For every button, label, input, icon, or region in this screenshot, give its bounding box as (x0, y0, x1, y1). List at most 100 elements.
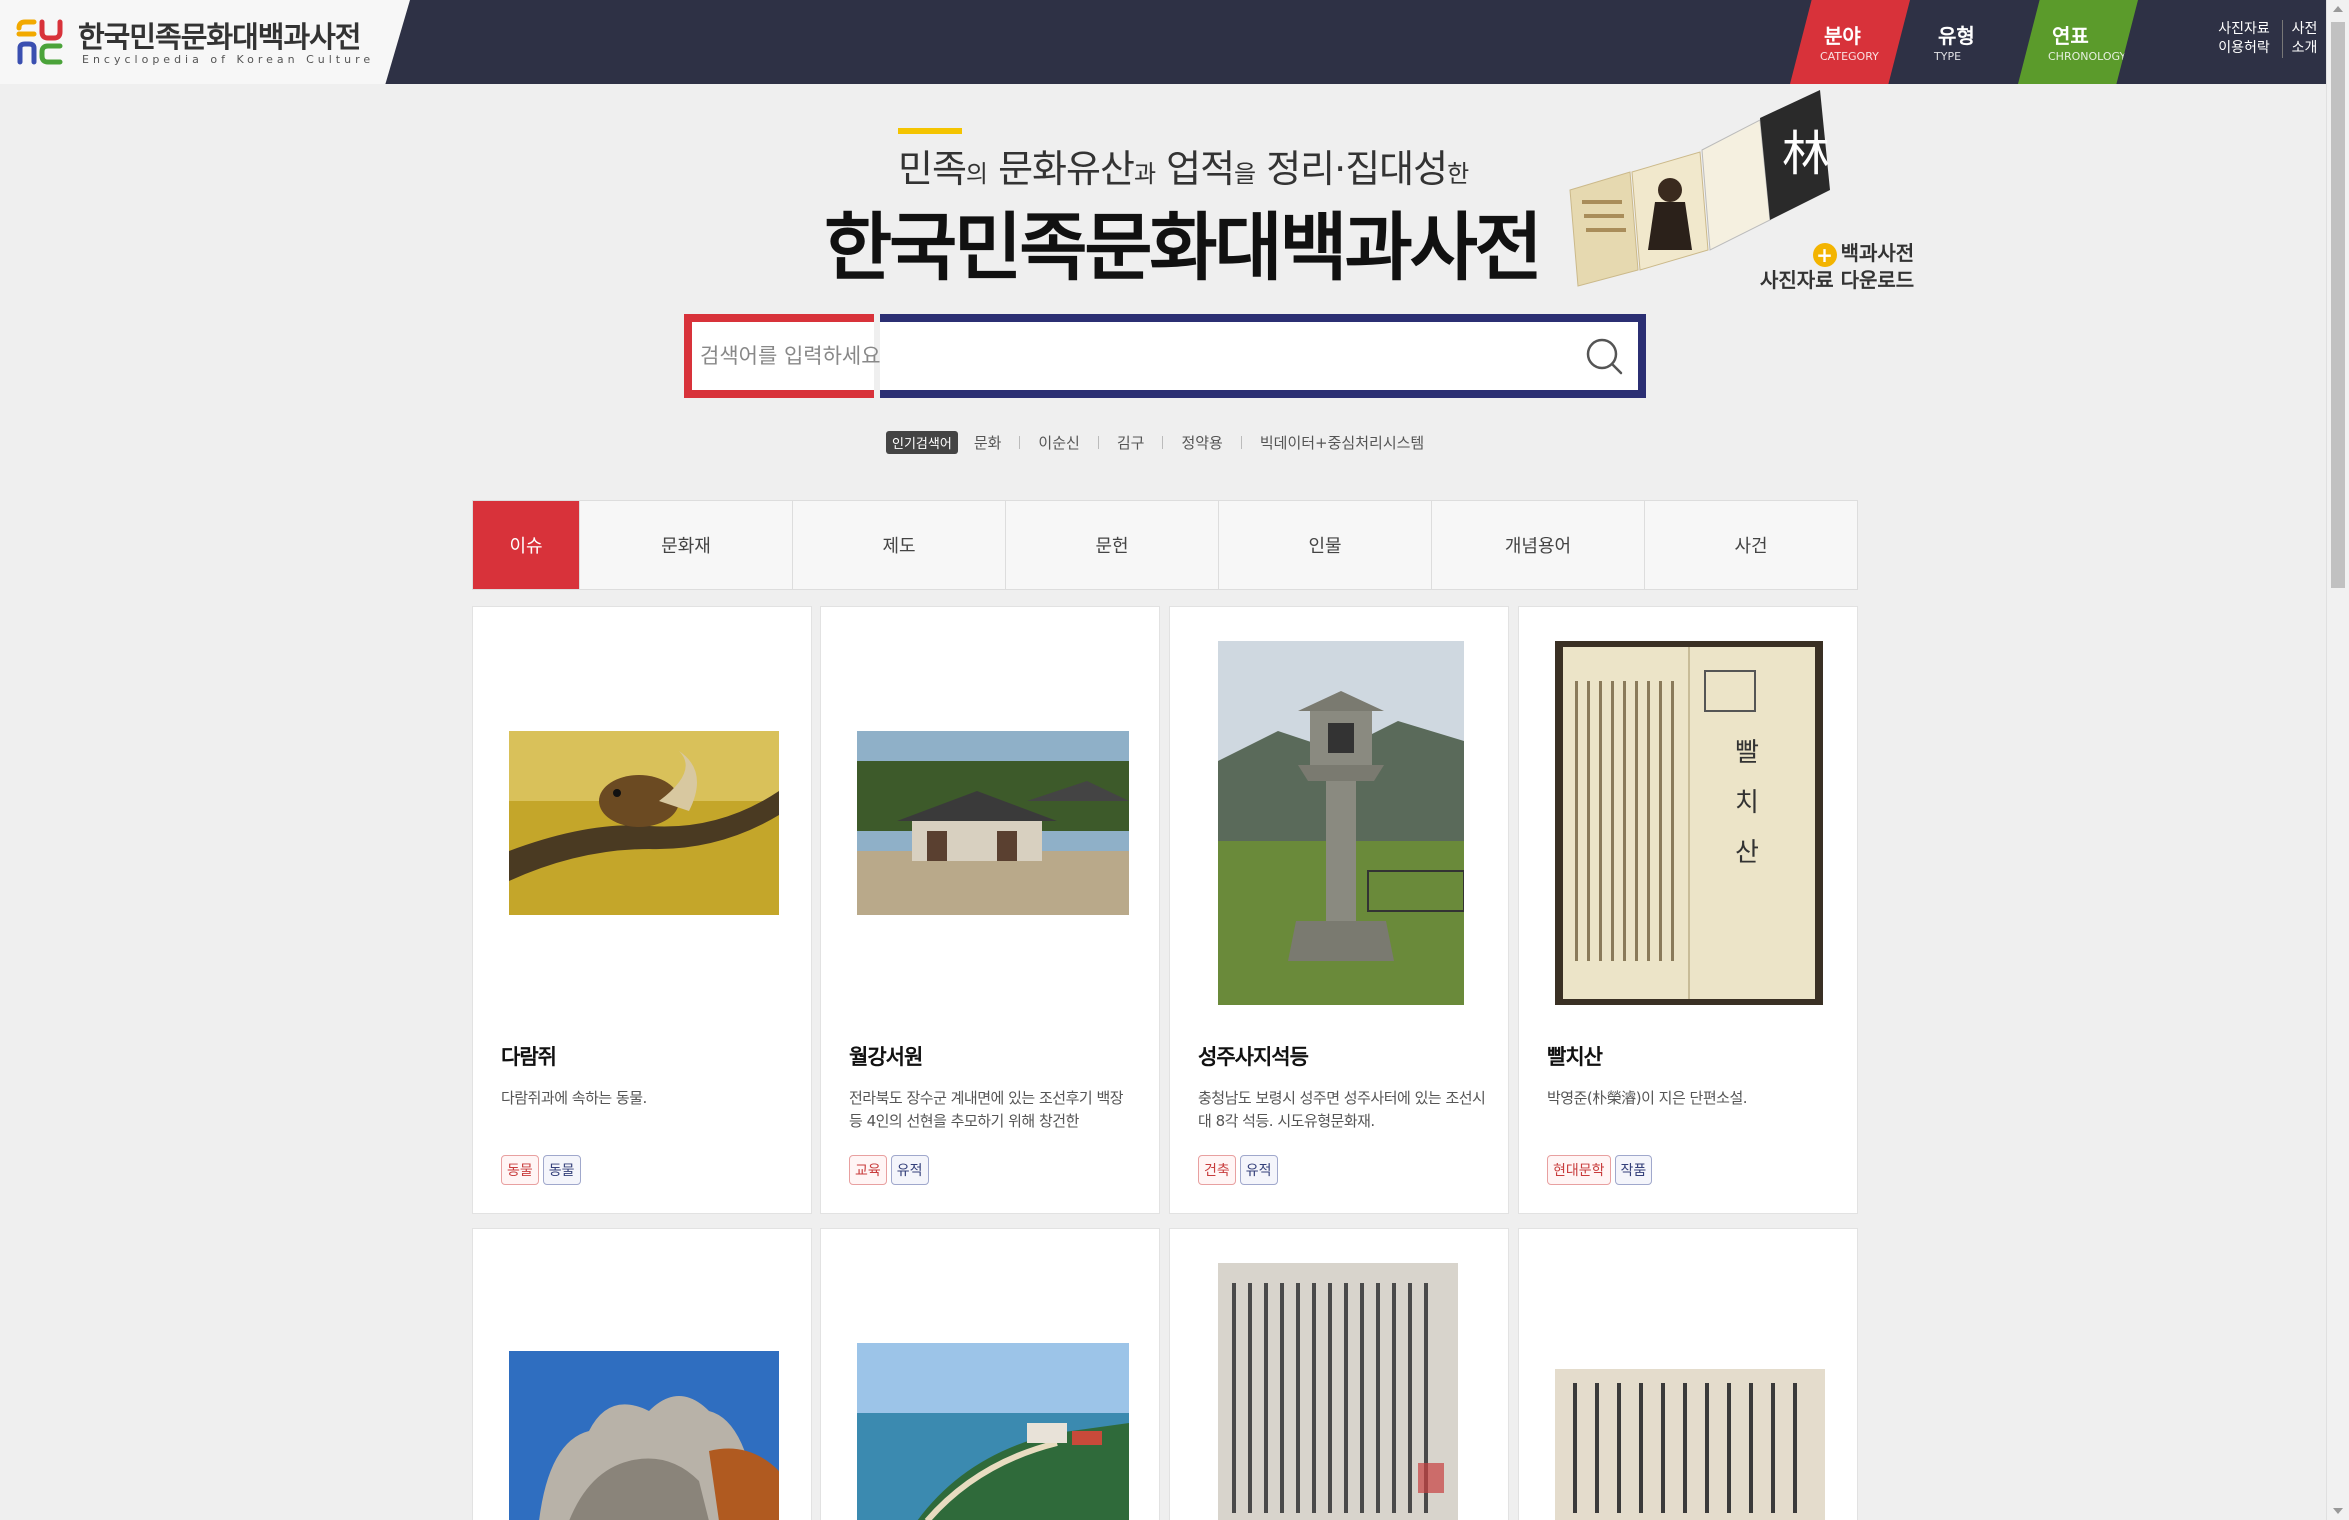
tag-category[interactable]: 건축 (1198, 1155, 1236, 1185)
hero-tagline: 민족의 문화유산과 업적을 정리·집대성한 (898, 138, 1469, 193)
vertical-scrollbar[interactable] (2326, 0, 2349, 1520)
card-description: 다람쥐과에 속하는 동물. (501, 1089, 647, 1107)
card-title: 월강서원 (849, 1045, 923, 1069)
tagline-particle: 한 (1447, 160, 1469, 188)
keyword-divider (1240, 435, 1242, 449)
scroll-down-icon[interactable] (2333, 1508, 2343, 1514)
tab-event[interactable]: 사건 (1644, 501, 1857, 589)
tagline-word: 업적 (1155, 147, 1235, 191)
tag-category[interactable]: 동물 (501, 1155, 539, 1185)
card-image (1218, 1263, 1458, 1520)
category-tabs: 이슈 문화재 제도 문헌 인물 개념용어 사건 (472, 500, 1858, 590)
tag-category[interactable]: 현대문학 (1547, 1155, 1611, 1185)
photo-license-line2: 이용허락 (2218, 40, 2270, 56)
card-title: 성주사지석등 (1198, 1045, 1309, 1069)
nav-chronology[interactable]: 연표 CHRONOLOGY (2018, 0, 2138, 84)
card-image (1555, 1369, 1825, 1520)
tab-person[interactable]: 인물 (1218, 501, 1431, 589)
popular-keyword[interactable]: 정약용 (1181, 432, 1222, 453)
popular-keywords-label: 인기검색어 (886, 430, 958, 454)
tagline-particle: 의 (965, 160, 988, 188)
tagline-word: 민족 (898, 147, 967, 191)
nav-category[interactable]: 분야 CATEGORY (1790, 0, 1910, 84)
keyword-divider (1162, 435, 1164, 449)
logo-title: 한국민족문화대백과사전 (78, 20, 361, 54)
nav-type[interactable]: 유형 TYPE (1904, 0, 2024, 84)
tag-category[interactable]: 교육 (849, 1155, 887, 1185)
tab-institution[interactable]: 제도 (792, 501, 1005, 589)
svg-text:林: 林 (1782, 126, 1830, 182)
tab-concept[interactable]: 개념용어 (1431, 501, 1644, 589)
nav-chronology-sub: CHRONOLOGY (2048, 50, 2127, 63)
card-tags: 현대문학 작품 (1547, 1155, 1653, 1185)
svg-text:빨: 빨 (1735, 738, 1759, 768)
card-image (509, 1351, 779, 1520)
card-tags: 교육 유적 (849, 1155, 929, 1185)
nav-chronology-label: 연표 (2052, 24, 2089, 48)
article-card[interactable] (472, 1228, 812, 1520)
search-input[interactable] (700, 330, 1560, 382)
card-image (857, 1343, 1129, 1520)
photo-download-promo[interactable]: + 백과사전 사진자료 다운로드 (1760, 240, 1914, 293)
card-description: 전라북도 장수군 계내면에 있는 조선후기 백장 등 4인의 선현을 추모하기 … (849, 1089, 1124, 1130)
article-card-squirrel[interactable]: 다람쥐 다람쥐과에 속하는 동물. 동물 동물 (472, 606, 812, 1214)
popular-keyword[interactable]: 김구 (1117, 432, 1145, 453)
keyword-divider (1019, 435, 1021, 449)
card-title: 다람쥐 (501, 1045, 557, 1069)
article-card[interactable] (820, 1228, 1160, 1520)
nav-category-label: 분야 (1824, 24, 1861, 48)
card-title: 빨치산 (1547, 1045, 1603, 1069)
card-description: 박영준(朴榮濬)이 지은 단편소설. (1547, 1089, 1748, 1107)
popular-keyword[interactable]: 문화 (974, 432, 1002, 453)
card-tags: 동물 동물 (501, 1155, 581, 1185)
article-card-partisan[interactable]: 빨 치 산 빨치산 박영준(朴榮濬)이 지은 단편소설. 현대문학 작품 (1518, 606, 1858, 1214)
nav-category-sub: CATEGORY (1820, 50, 1879, 63)
tagline-word: 정리·집대성 (1255, 147, 1448, 191)
card-image (509, 731, 779, 915)
nav-type-sub: TYPE (1934, 50, 1962, 63)
popular-keywords: 인기검색어 문화 이순신 김구 정약용 빅데이터+중심처리시스템 (886, 430, 1424, 454)
scroll-thumb[interactable] (2331, 22, 2345, 588)
article-card-seowon[interactable]: 월강서원 전라북도 장수군 계내면에 있는 조선후기 백장 등 4인의 선현을 … (820, 606, 1160, 1214)
nav-type-label: 유형 (1938, 24, 1975, 48)
popular-keyword[interactable]: 이순신 (1038, 432, 1079, 453)
plus-icon: + (1812, 242, 1837, 267)
hero-title: 한국민족문화대백과사전 (824, 205, 1543, 291)
tagline-particle: 과 (1133, 160, 1156, 188)
promo-line2: 사진자료 다운로드 (1760, 267, 1915, 292)
keyword-divider (1097, 435, 1099, 449)
about-link[interactable]: 사전 소개 (2282, 20, 2320, 58)
card-tags: 건축 유적 (1198, 1155, 1278, 1185)
tag-type[interactable]: 동물 (542, 1155, 581, 1185)
tab-literature[interactable]: 문헌 (1005, 501, 1218, 589)
tagline-particle: 을 (1234, 160, 1256, 188)
logo-mark-icon (16, 19, 63, 65)
card-description: 충청남도 보령시 성주면 성주사터에 있는 조선시대 8각 석등. 시도유형문화… (1198, 1089, 1486, 1130)
photo-license-line1: 사진자료 (2218, 21, 2270, 37)
popular-keyword[interactable]: 빅데이터+중심처리시스템 (1260, 432, 1424, 453)
tag-type[interactable]: 유적 (890, 1155, 929, 1185)
tab-cultural-heritage[interactable]: 문화재 (579, 501, 792, 589)
about-line2: 소개 (2291, 40, 2318, 56)
article-card[interactable] (1169, 1228, 1509, 1520)
scroll-up-icon[interactable] (2333, 6, 2343, 12)
svg-text:산: 산 (1735, 838, 1759, 868)
article-card-stone-lantern[interactable]: 성주사지석등 충청남도 보령시 성주면 성주사터에 있는 조선시대 8각 석등.… (1169, 606, 1509, 1214)
card-image: 빨 치 산 (1555, 641, 1823, 1005)
article-card[interactable] (1518, 1228, 1858, 1520)
hero-accent-bar (898, 128, 962, 134)
promo-line1: 백과사전 (1840, 241, 1915, 265)
photo-license-link[interactable]: 사진자료 이용허락 (2212, 20, 2276, 58)
top-navigation-bar: 한국민족문화대백과사전 Encyclopedia of Korean Cultu… (0, 0, 2349, 84)
card-image (1218, 641, 1464, 1005)
svg-text:치: 치 (1735, 788, 1759, 818)
tagline-word: 문화유산 (987, 147, 1135, 191)
tag-type[interactable]: 작품 (1614, 1155, 1653, 1185)
card-image (857, 731, 1129, 915)
tag-type[interactable]: 유적 (1239, 1155, 1278, 1185)
tab-issue[interactable]: 이슈 (473, 501, 579, 589)
about-line1: 사전 (2291, 21, 2318, 37)
site-logo[interactable]: 한국민족문화대백과사전 Encyclopedia of Korean Cultu… (0, 0, 410, 84)
search-icon[interactable] (1584, 336, 1624, 376)
logo-subtitle: Encyclopedia of Korean Culture (82, 53, 375, 66)
